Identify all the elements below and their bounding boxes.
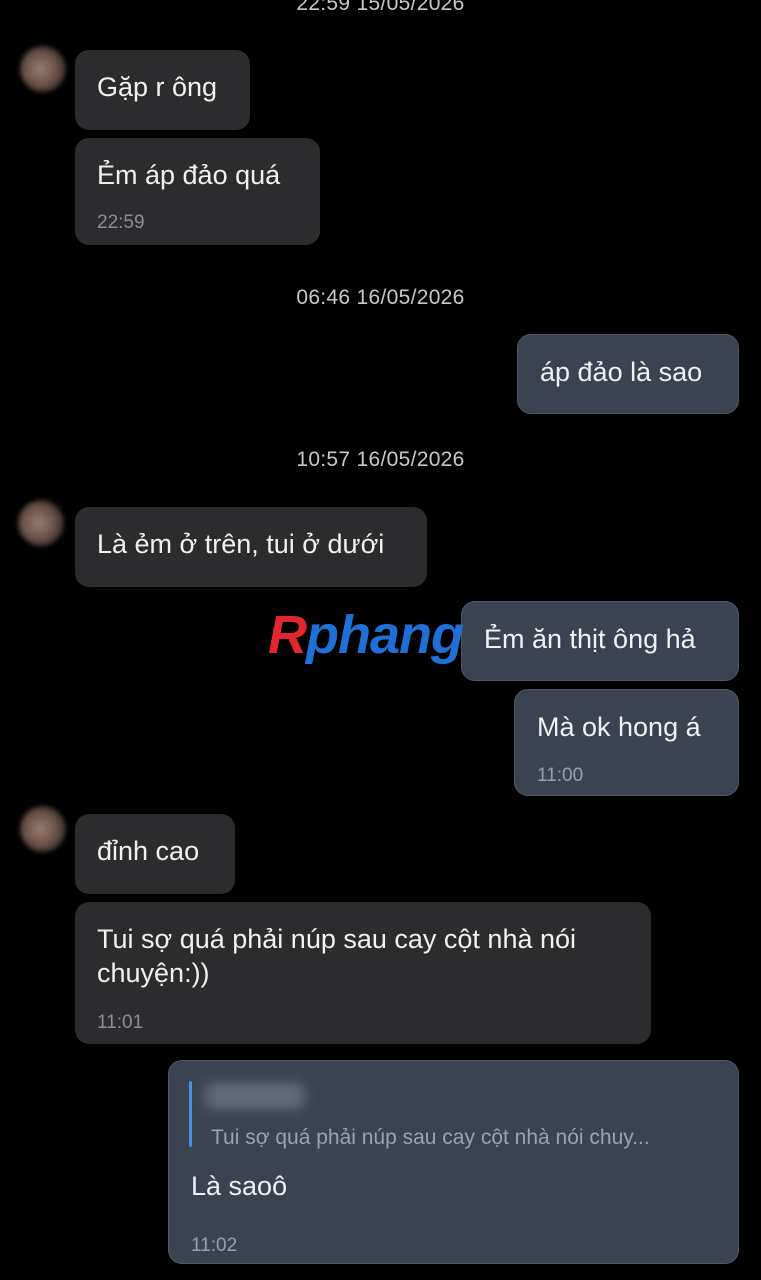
message-text: đỉnh cao <box>97 836 200 866</box>
message-bubble[interactable]: Ẻm ăn thịt ông hả <box>461 601 739 681</box>
avatar[interactable] <box>20 46 66 92</box>
message-bubble[interactable]: đỉnh cao <box>75 814 235 894</box>
message-text: Ẻm ăn thịt ông hả <box>484 624 696 654</box>
quote-bar <box>189 1081 192 1147</box>
message-text: Mà ok hong á <box>537 712 701 742</box>
reply-message-bubble[interactable]: Tui sợ quá phải núp sau cay cột nhà nói … <box>168 1060 739 1264</box>
watermark-rest: phang <box>306 605 464 665</box>
message-text: Là ẻm ở trên, tui ở dưới <box>97 529 385 559</box>
message-time: 11:01 <box>97 1012 144 1033</box>
timestamp-divider: 10:57 16/05/2026 <box>296 448 465 471</box>
message-bubble[interactable]: Mà ok hong á 11:00 <box>514 689 739 796</box>
timestamp-divider: 06:46 16/05/2026 <box>296 286 465 309</box>
message-text-line: chuyện:)) <box>97 958 210 988</box>
timestamp-top: 22:59 15/05/2026 <box>296 0 465 15</box>
message-bubble[interactable]: Là ẻm ở trên, tui ở dưới <box>75 507 427 587</box>
message-bubble[interactable]: Gặp r ông <box>75 50 250 130</box>
message-text-line: Tui sợ quá phải núp sau cay cột nhà nói <box>97 924 577 954</box>
avatar[interactable] <box>18 500 64 546</box>
watermark-logo: Rphang <box>268 604 464 666</box>
message-text: áp đảo là sao <box>540 357 703 387</box>
message-text: Gặp r ông <box>97 72 218 102</box>
message-time: 11:02 <box>191 1235 238 1256</box>
message-bubble[interactable]: Ẻm áp đảo quá 22:59 <box>75 138 320 245</box>
quoted-text[interactable]: Tui sợ quá phải núp sau cay cột nhà nói … <box>211 1121 650 1155</box>
message-bubble[interactable]: Tui sợ quá phải núp sau cay cột nhà nói … <box>75 902 651 1044</box>
message-text: Là saoô <box>191 1171 288 1201</box>
avatar[interactable] <box>20 806 66 852</box>
message-text: Ẻm áp đảo quá <box>97 160 281 190</box>
watermark-r: R <box>268 605 307 665</box>
message-bubble[interactable]: áp đảo là sao <box>517 334 739 414</box>
message-time: 22:59 <box>97 212 145 233</box>
quote-sender-blurred <box>205 1083 305 1109</box>
message-time: 11:00 <box>537 765 584 786</box>
